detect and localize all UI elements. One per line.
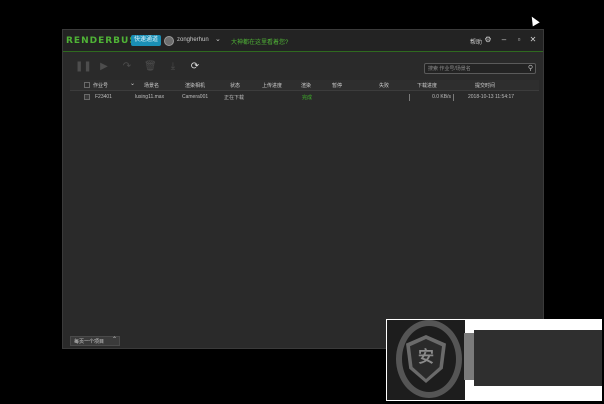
job-id: F23401	[95, 94, 112, 100]
download-icon[interactable]: ⤓	[167, 61, 179, 73]
column-submit-time[interactable]: 提交时间	[475, 82, 495, 89]
column-pause[interactable]: 暂停	[332, 82, 342, 89]
help-button[interactable]: 帮助	[470, 37, 482, 46]
table-header: 作业号 ⌄ 场景名 渲染相机 状态 上传进度 渲染 暂停 失败 下载进度 提交时…	[70, 80, 539, 91]
column-scene[interactable]: 场景名	[144, 82, 159, 89]
column-status[interactable]: 状态	[230, 82, 240, 89]
chevron-down-icon[interactable]: ⌄	[215, 35, 221, 43]
app-window: RENDERBUS 快速通道 zongherhun ⌄ 大神都在这里看着您? 帮…	[62, 29, 544, 349]
search-input[interactable]	[428, 64, 522, 73]
pause-icon[interactable]: ❚❚	[75, 61, 92, 73]
minimize-icon[interactable]: –	[499, 35, 509, 45]
title-bar: RENDERBUS 快速通道 zongherhun ⌄ 大神都在这里看着您? 帮…	[63, 30, 543, 52]
submit-time: 2018-10-13 11:54:17	[468, 94, 515, 100]
app-logo: RENDERBUS	[66, 36, 137, 46]
download-speed: 0.0 KB/s	[432, 94, 451, 100]
chevron-up-icon: ⌃	[111, 337, 117, 343]
toolbar: ❚❚ ▶ ↷ 🗑 ⤓ ⟳ ⚲	[63, 53, 543, 79]
promo-link[interactable]: 大神都在这里看着您?	[231, 37, 288, 46]
download-progress: 0.0 KB/s	[409, 94, 454, 101]
page-size-label: 每页一个项目	[74, 339, 105, 345]
camera-name: Camera001	[182, 94, 209, 100]
render-status: 完成	[302, 95, 313, 101]
page-size-select[interactable]: 每页一个项目 ⌃	[70, 336, 120, 346]
play-icon[interactable]: ▶	[98, 61, 110, 73]
job-status: 正在下载	[224, 95, 245, 101]
column-download[interactable]: 下载进度	[417, 82, 437, 89]
column-render[interactable]: 渲染	[301, 82, 311, 89]
username[interactable]: zongherhun	[177, 37, 209, 43]
maximize-icon[interactable]: ▫	[514, 35, 524, 45]
close-icon[interactable]: ✕	[528, 35, 538, 45]
select-all-checkbox[interactable]	[84, 82, 90, 88]
overlay-banner	[474, 330, 602, 386]
search-icon[interactable]: ⚲	[528, 64, 533, 73]
column-fail[interactable]: 失败	[379, 82, 389, 89]
row-checkbox[interactable]	[84, 94, 90, 100]
column-camera[interactable]: 渲染相机	[185, 82, 205, 89]
avatar[interactable]	[164, 36, 174, 46]
logo-badge: 快速通道	[131, 35, 162, 46]
chevron-down-icon[interactable]: ⌄	[130, 80, 135, 87]
redo-icon[interactable]: ↷	[121, 61, 133, 73]
refresh-icon[interactable]: ⟳	[189, 61, 201, 73]
column-job-id[interactable]: 作业号	[93, 82, 108, 89]
scene-name: lusing11.max	[135, 94, 165, 100]
security-overlay: 安	[386, 319, 602, 401]
shield-char: 安	[417, 347, 434, 366]
delete-icon[interactable]: 🗑	[144, 61, 157, 73]
search-box[interactable]: ⚲	[424, 63, 536, 74]
gear-icon[interactable]: ⚙	[483, 35, 493, 45]
column-upload[interactable]: 上传进度	[262, 82, 282, 89]
mouse-cursor	[528, 14, 540, 27]
table-row[interactable]: F23401 lusing11.max Camera001 正在下载 完成 0.…	[70, 92, 539, 103]
